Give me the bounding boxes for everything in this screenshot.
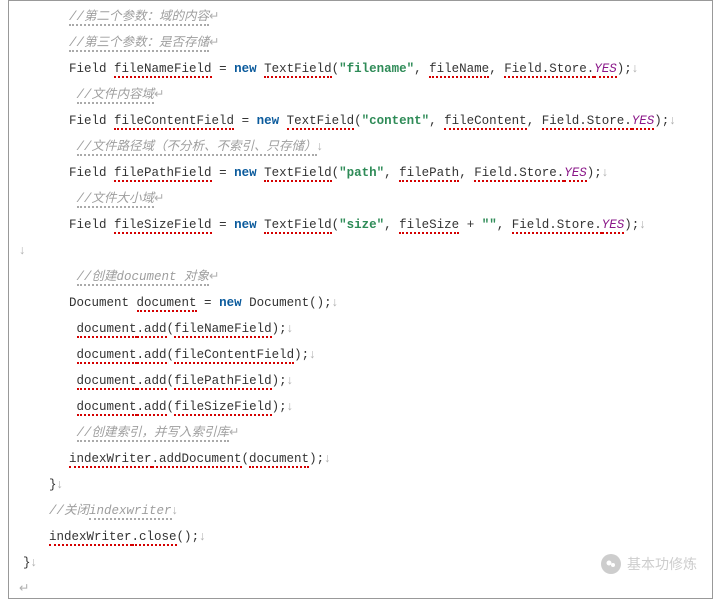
comment-prefix: //关闭 xyxy=(49,504,89,518)
method: .close xyxy=(132,530,177,546)
string-literal: "" xyxy=(482,218,497,232)
string-literal: "size" xyxy=(339,218,384,232)
type: Document xyxy=(69,296,129,310)
comment: //创建document 对象 xyxy=(77,270,210,286)
identifier: document xyxy=(77,322,137,338)
enum-value: YES xyxy=(594,62,617,78)
code-line: //第三个参数：是否存储↵ xyxy=(9,29,712,55)
code-line: Field fileNameField = new TextField("fil… xyxy=(9,55,712,81)
code-line: document.add(fileNameField);↓ xyxy=(9,315,712,341)
code-line: Field fileContentField = new TextField("… xyxy=(9,107,712,133)
comment: //第三个参数：是否存储 xyxy=(69,36,209,52)
comment: //创建索引，并写入索引库 xyxy=(77,426,230,442)
identifier: fileContentField xyxy=(114,114,234,130)
code-line: Field filePathField = new TextField("pat… xyxy=(9,159,712,185)
code-line: //文件内容域↵ xyxy=(9,81,712,107)
type: TextField xyxy=(264,62,332,78)
code-line: }↓ xyxy=(9,471,712,497)
code-line: //关闭indexwriter↓ xyxy=(9,497,712,523)
string-literal: "filename" xyxy=(339,62,414,76)
keyword-new: new xyxy=(234,62,257,76)
code-line: //文件大小域↵ xyxy=(9,185,712,211)
comment: //文件路径域（不分析、不索引、只存储） xyxy=(77,140,317,156)
attribution-text: 基本功修炼 xyxy=(627,551,697,577)
method: .add xyxy=(137,322,167,338)
identifier: indexWriter xyxy=(49,530,132,546)
code-line: Document document = new Document();↓ xyxy=(9,289,712,315)
newline-marker: ↵ xyxy=(209,9,219,23)
code-line: document.add(fileContentField);↓ xyxy=(9,341,712,367)
code-line: document.add(filePathField);↓ xyxy=(9,367,712,393)
code-line: Field fileSizeField = new TextField("siz… xyxy=(9,211,712,237)
comment: //文件内容域 xyxy=(77,88,155,104)
comment: //第二个参数：域的内容 xyxy=(69,10,209,26)
code-line: //第二个参数：域的内容↵ xyxy=(9,3,712,29)
code-line: ↓ xyxy=(9,237,712,263)
screenshot-frame: //第二个参数：域的内容↵ //第三个参数：是否存储↵ Field fileNa… xyxy=(0,0,721,609)
string-literal: "path" xyxy=(339,166,384,180)
string-literal: "content" xyxy=(362,114,430,128)
identifier: indexWriter xyxy=(69,452,152,468)
code-line: ↵ xyxy=(9,575,712,599)
wechat-icon xyxy=(601,554,621,574)
identifier: fileName xyxy=(429,62,489,78)
code-line: indexWriter.close();↓ xyxy=(9,523,712,549)
code-line: //创建document 对象↵ xyxy=(9,263,712,289)
identifier: fileSizeField xyxy=(114,218,212,234)
type: Field xyxy=(69,62,107,76)
identifier: fileNameField xyxy=(114,62,212,78)
identifier: filePath xyxy=(399,166,459,182)
newline-marker: ↵ xyxy=(209,35,219,49)
enum-prefix: Field.Store. xyxy=(504,62,594,78)
code-line: indexWriter.addDocument(document);↓ xyxy=(9,445,712,471)
identifier: fileSize xyxy=(399,218,459,234)
method: .addDocument xyxy=(152,452,242,468)
identifier: filePathField xyxy=(114,166,212,182)
code-line: //文件路径域（不分析、不索引、只存储）↓ xyxy=(9,133,712,159)
attribution-badge: 基本功修炼 xyxy=(601,551,697,577)
code-editor: //第二个参数：域的内容↵ //第三个参数：是否存储↵ Field fileNa… xyxy=(8,0,713,599)
code-line: document.add(fileSizeField);↓ xyxy=(9,393,712,419)
comment: //文件大小域 xyxy=(77,192,155,208)
code-line: //创建索引，并写入索引库↵ xyxy=(9,419,712,445)
identifier: document xyxy=(137,296,197,312)
identifier: fileContent xyxy=(444,114,527,130)
comment-word: indexwriter xyxy=(89,504,172,520)
